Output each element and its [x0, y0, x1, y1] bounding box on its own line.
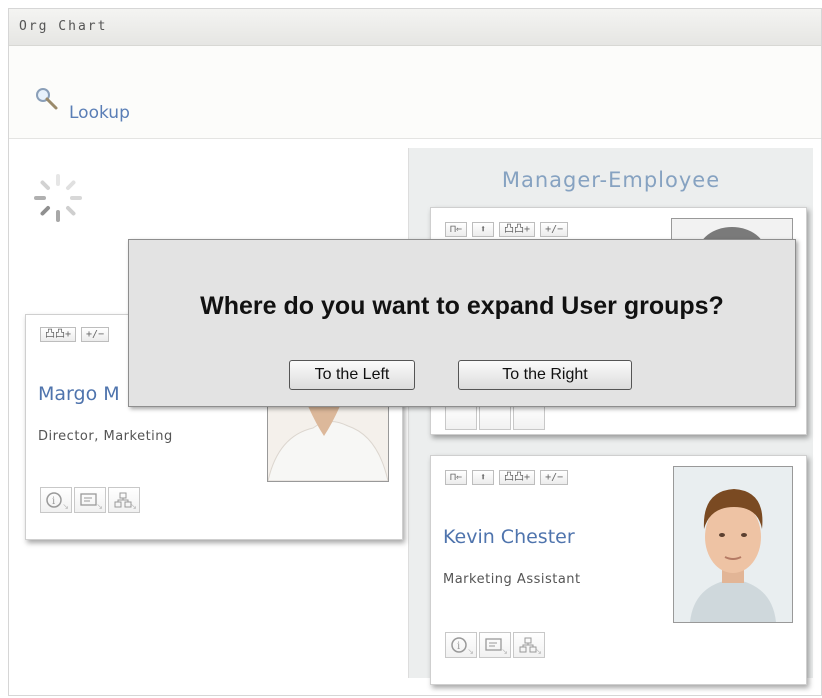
- director-title: Director, Marketing: [38, 429, 173, 444]
- lookup-area: Lookup: [9, 46, 821, 139]
- up-button[interactable]: ⬆: [472, 470, 495, 485]
- employee-name[interactable]: Kevin Chester: [443, 526, 575, 548]
- page-title: Org Chart: [19, 19, 108, 34]
- director-name[interactable]: Margo M: [38, 383, 120, 405]
- expand-direction-dialog: Where do you want to expand User groups?…: [128, 239, 796, 407]
- toggle-button[interactable]: +/−: [540, 470, 569, 485]
- to-the-right-button[interactable]: To the Right: [458, 360, 632, 390]
- card-toolbar: ⊓⇐ ⬆ 凸凸+ +/−: [445, 470, 569, 485]
- svg-text:i: i: [457, 641, 460, 652]
- card-actions: i ↘ ↘ ↘: [40, 487, 140, 513]
- hierarchy-button[interactable]: ↘: [108, 487, 140, 513]
- svg-text:i: i: [52, 496, 55, 507]
- expand-groups-button[interactable]: 凸凸+: [499, 470, 536, 485]
- hierarchy-button[interactable]: [513, 404, 545, 430]
- expand-groups-button[interactable]: 凸凸+: [499, 222, 536, 237]
- info-button[interactable]: [445, 404, 477, 430]
- title-bar: Org Chart: [9, 9, 821, 46]
- lookup-link[interactable]: Lookup: [69, 103, 130, 123]
- dialog-message: Where do you want to expand User groups?: [200, 292, 724, 320]
- contact-button[interactable]: ↘: [74, 487, 106, 513]
- panel-title: Manager-Employee: [501, 168, 721, 192]
- info-button[interactable]: i ↘: [40, 487, 72, 513]
- up-button[interactable]: ⬆: [472, 222, 495, 237]
- card-actions: i ↘ ↘ ↘: [445, 632, 545, 658]
- contact-button[interactable]: [479, 404, 511, 430]
- loading-spinner-icon: [34, 174, 82, 222]
- card-actions: [445, 404, 545, 430]
- employee-card: ⊓⇐ ⬆ 凸凸+ +/− Kevin Chester Marketing Ass…: [430, 455, 807, 685]
- card-toolbar: ⊓⇐ ⬆ 凸凸+ +/−: [445, 222, 569, 237]
- expand-groups-button[interactable]: 凸凸+: [40, 327, 77, 342]
- avatar: [673, 466, 793, 623]
- up-level-button[interactable]: ⊓⇐: [445, 470, 468, 485]
- avatar: [267, 405, 389, 482]
- employee-title: Marketing Assistant: [443, 572, 581, 587]
- card-toolbar: 凸凸+ +/−: [40, 327, 110, 342]
- toggle-button[interactable]: +/−: [81, 327, 110, 342]
- contact-button[interactable]: ↘: [479, 632, 511, 658]
- toggle-button[interactable]: +/−: [540, 222, 569, 237]
- up-level-button[interactable]: ⊓⇐: [445, 222, 468, 237]
- to-the-left-button[interactable]: To the Left: [289, 360, 415, 390]
- hierarchy-button[interactable]: ↘: [513, 632, 545, 658]
- magnifier-icon[interactable]: [34, 86, 60, 112]
- info-button[interactable]: i ↘: [445, 632, 477, 658]
